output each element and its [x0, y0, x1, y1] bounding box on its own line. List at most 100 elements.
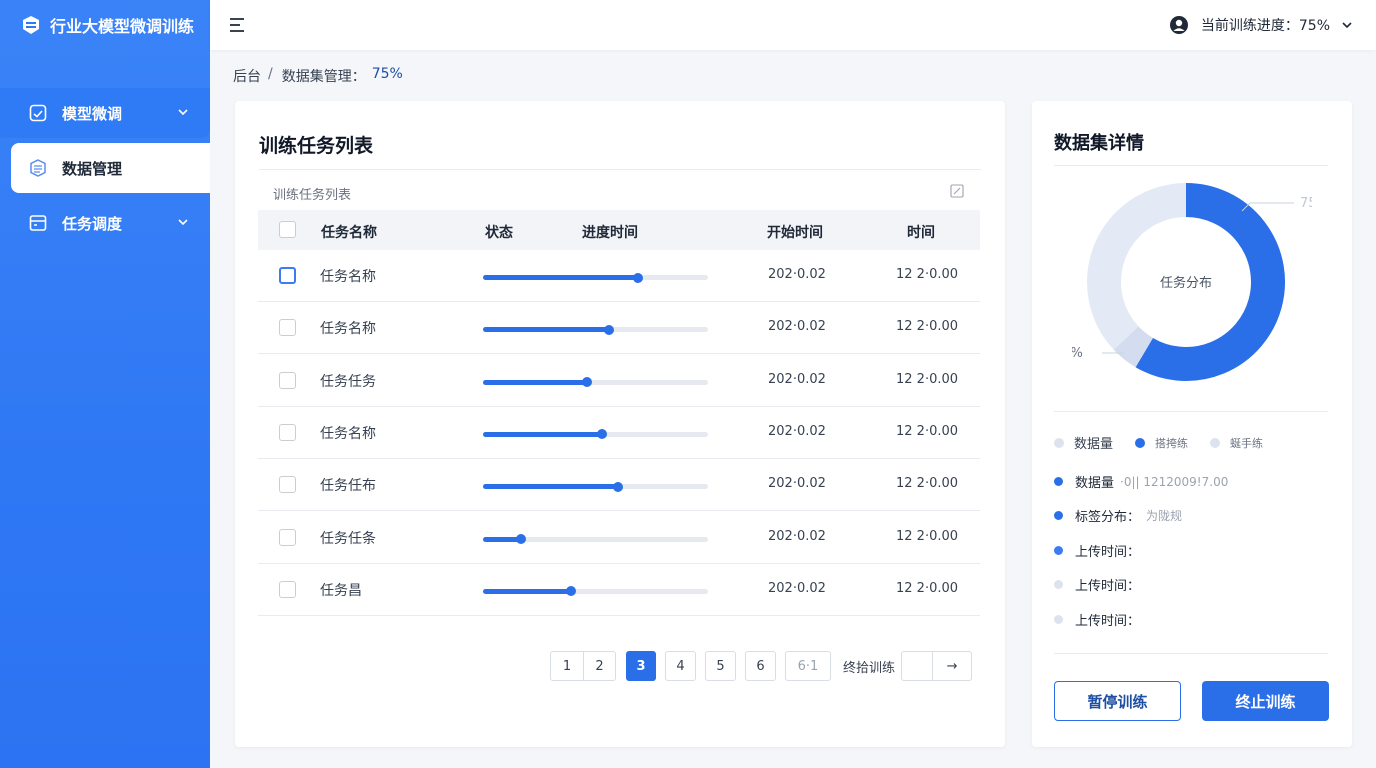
column-header-status[interactable]: 状态	[485, 222, 513, 242]
sidebar-item-label: 模型微调	[62, 104, 123, 123]
time: 12 2·0.00	[896, 267, 959, 282]
app-title: 行业大模型微调训练	[50, 17, 195, 36]
progress-bar	[483, 324, 708, 335]
table-row[interactable]: 任务名称 202·0.02 12 2·0.00	[258, 302, 980, 355]
table-row[interactable]: 任务任布 202·0.02 12 2·0.00	[258, 459, 980, 512]
task-name: 任务名称	[320, 425, 376, 442]
table-row[interactable]: 任务名称 202·0.02 12 2·0.00	[258, 250, 980, 302]
donut-major-label: 75%	[1300, 196, 1312, 211]
page-button[interactable]: 6	[745, 651, 776, 681]
task-name: 任务任条	[320, 530, 376, 547]
sidebar-item-data-management[interactable]: 数据管理	[11, 143, 210, 193]
row-checkbox[interactable]	[279, 371, 296, 389]
row-checkbox[interactable]	[279, 319, 296, 337]
column-header-name[interactable]: 任务名称	[321, 222, 377, 242]
menu-toggle-icon[interactable]	[228, 15, 248, 35]
page-jump-input[interactable]	[901, 651, 934, 681]
time: 12 2·0.00	[896, 319, 959, 335]
start-time: 202·0.02	[768, 371, 826, 387]
page-button[interactable]: 5	[705, 651, 736, 681]
time: 12 2·0.00	[896, 528, 959, 544]
legend-item: 蜒手练	[1210, 435, 1263, 451]
progress-handle[interactable]	[613, 481, 623, 492]
table-row[interactable]: 任务任务 202·0.02 12 2·0.00	[258, 355, 980, 407]
card-title: 数据集详情	[1054, 133, 1144, 154]
donut-legend: 数据量 搭挎练 蜒手练	[1054, 433, 1285, 452]
page-button-current[interactable]: 3	[626, 651, 656, 681]
sidebar-item-model-finetune[interactable]: 模型微调	[0, 88, 210, 138]
row-checkbox[interactable]	[279, 476, 296, 494]
page-button[interactable]: 6·1	[785, 651, 831, 681]
row-checkbox[interactable]	[279, 528, 296, 546]
info-data-volume: 数据量 ·0|| 1212009!7.00	[1054, 472, 1228, 491]
divider	[259, 169, 981, 170]
sidebar-item-label: 任务调度	[62, 214, 123, 233]
info-upload-time: 上传时间：	[1054, 541, 1140, 560]
legend-item: 搭挎练	[1135, 435, 1188, 451]
start-time: 202·0.02	[768, 423, 826, 439]
select-all-checkbox[interactable]	[279, 221, 296, 238]
column-header-time[interactable]: 时间	[907, 222, 935, 242]
table-subheading: 训练任务列表	[273, 188, 352, 203]
info-upload-time: 上传时间：	[1054, 610, 1140, 629]
progress-handle[interactable]	[597, 429, 608, 440]
sidebar: 行业大模型微调训练 模型微调 数据管理 任务调度	[0, 0, 210, 768]
page-button[interactable]: 4	[665, 651, 696, 681]
start-time: 202·0.02	[768, 319, 826, 335]
table-row[interactable]: 任务名称 202·0.02 12 2·0.00	[258, 407, 980, 459]
info-label-distribution: 标签分布： 为陇规	[1054, 506, 1182, 525]
task-distribution-donut: 任务分布 75% 25%	[1072, 183, 1312, 381]
info-upload-time: 上传时间：	[1054, 575, 1140, 594]
progress-handle[interactable]	[633, 272, 644, 283]
breadcrumb-root[interactable]: 后台	[233, 66, 261, 86]
progress-bar	[483, 429, 708, 440]
start-time: 202·0.02	[768, 267, 826, 282]
page-next-button[interactable]: →	[933, 651, 973, 681]
progress-handle[interactable]	[565, 586, 576, 597]
column-header-progress-time[interactable]: 进度时间	[582, 222, 638, 242]
time: 12 2·0.00	[896, 580, 959, 596]
chevron-down-icon	[178, 109, 188, 116]
time: 12 2·0.00	[896, 423, 959, 439]
progress-fill	[483, 431, 603, 437]
progress-handle[interactable]	[581, 377, 592, 388]
progress-handle[interactable]	[604, 324, 614, 335]
legend-item: 数据量	[1054, 433, 1113, 452]
info-label: 标签分布：	[1075, 510, 1141, 525]
row-checkbox[interactable]	[279, 267, 296, 284]
task-name: 任务昌	[320, 582, 362, 599]
progress-fill	[483, 484, 618, 490]
card-title: 训练任务列表	[259, 135, 374, 157]
table-row[interactable]: 任务昌 202·0.02 12 2·0.00	[258, 564, 980, 616]
donut-center-label: 任务分布	[1160, 275, 1212, 291]
row-checkbox[interactable]	[279, 580, 296, 598]
row-checkbox[interactable]	[279, 423, 296, 441]
progress-bar	[483, 534, 708, 544]
page-button[interactable]: 1	[550, 651, 584, 681]
breadcrumb: 后台 / 数据集管理： 75%	[233, 66, 403, 86]
training-progress-dropdown[interactable]: 当前训练进度：75%	[1169, 0, 1354, 50]
sidebar-item-task-schedule[interactable]: 任务调度	[0, 198, 210, 248]
table-row[interactable]: 任务任条 202·0.02 12 2·0.00	[258, 512, 980, 564]
start-time: 202·0.02	[768, 476, 826, 492]
info-label: 数据量	[1075, 476, 1115, 491]
progress-label: 当前训练进度：75%	[1200, 18, 1330, 34]
column-header-start-time[interactable]: 开始时间	[767, 222, 823, 242]
time: 12 2·0.00	[896, 476, 959, 492]
task-name: 任务名称	[320, 269, 376, 285]
pagination: 1 2 3 4 5 6 6·1 终拾训练 →	[550, 651, 973, 681]
page-button[interactable]: 2	[584, 651, 616, 681]
task-name: 任务名称	[320, 321, 376, 338]
info-dot	[1054, 511, 1063, 520]
user-avatar-icon	[1169, 16, 1188, 34]
info-dot	[1054, 546, 1063, 555]
task-list-card: 训练任务列表 训练任务列表 任务名称 状态 进度时间 开始时间 时间 任务名称 2…	[235, 101, 1005, 747]
legend-label: 数据量	[1074, 437, 1114, 452]
breadcrumb-current: 数据集管理：	[281, 69, 366, 85]
pause-training-button[interactable]: 暂停训练	[1054, 681, 1181, 721]
edit-icon[interactable]	[950, 184, 964, 198]
stop-training-button[interactable]: 终止训练	[1202, 681, 1329, 721]
app-brand: 行业大模型微调训练	[0, 0, 210, 50]
task-name: 任务任务	[320, 373, 376, 390]
progress-handle[interactable]	[516, 534, 527, 544]
